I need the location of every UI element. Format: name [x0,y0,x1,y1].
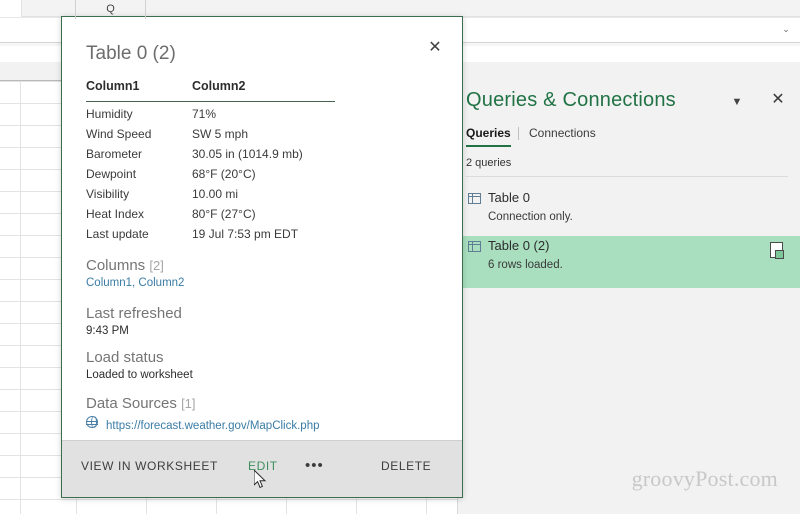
header-underline [86,101,335,102]
query-status: 6 rows loaded. [488,259,563,271]
query-name: Table 0 (2) [488,238,550,253]
table-cell-column1: Wind Speed [86,127,152,141]
mouse-cursor [253,468,268,490]
query-peek-popup: ✕ Table 0 (2) Column1 Column2 Humidity 71… [61,16,463,498]
section-columns: Columns [2] Column1, Column2 [86,257,184,289]
table-cell-column1: Humidity [86,107,133,121]
load-status-value: Loaded to worksheet [86,369,193,381]
peek-title: Table 0 (2) [86,43,176,64]
section-count: [1] [181,396,196,411]
pane-tabs: Queries Connections [466,126,786,150]
table-cell-column1: Heat Index [86,207,145,221]
last-refreshed-value: 9:43 PM [86,325,129,337]
list-item-query-table0[interactable]: Table 0 Connection only. [458,188,800,236]
more-options-button[interactable]: ••• [305,457,324,474]
table-cell-column2: SW 5 mph [192,127,249,141]
globe-icon [86,416,98,428]
tab-divider [518,127,519,140]
table-row: Barometer 30.05 in (1014.9 mb) [86,147,438,167]
table-row: Humidity 71% [86,107,438,127]
peek-preview-icon[interactable] [770,242,784,259]
ribbon-left-cap [0,0,22,17]
table-cell-column2: 10.00 mi [192,187,239,201]
data-source-url[interactable]: https://forecast.weather.gov/MapClick.ph… [106,420,320,432]
data-source-row[interactable]: https://forecast.weather.gov/MapClick.ph… [86,416,320,434]
section-last-refreshed: Last refreshed 9:43 PM [86,305,182,337]
table-header-row: Column1 Column2 [86,79,438,102]
queries-and-connections-pane: Queries & Connections ▼ ✕ Queries Connec… [457,73,800,514]
table-cell-column1: Dewpoint [86,167,137,181]
table-cell-column1: Last update [86,227,149,241]
table-row: Heat Index 80°F (27°C) [86,207,438,227]
close-icon[interactable]: ✕ [768,90,788,110]
grid-column-line [20,81,21,514]
table-row: Wind Speed SW 5 mph [86,127,438,147]
section-count: [2] [149,258,164,273]
column-header-2: Column2 [192,79,246,93]
section-heading: Columns [2] [86,257,184,274]
table-cell-column2: 80°F (27°C) [192,207,256,221]
watermark: groovyPost.com [631,466,778,491]
section-data-sources: Data Sources [1] https://forecast.weathe… [86,395,320,434]
section-heading: Last refreshed [86,305,182,322]
section-load-status: Load status Loaded to worksheet [86,349,193,381]
close-icon[interactable]: ✕ [424,37,446,59]
list-item-query-table0-2[interactable]: Table 0 (2) 6 rows loaded. [458,236,800,288]
column-header-cell[interactable] [20,0,76,19]
query-name: Table 0 [488,190,530,205]
preview-table: Column1 Column2 Humidity 71% Wind Speed SW … [86,79,438,247]
table-cell-column2: 68°F (20°C) [192,167,256,181]
column-header-cell-q[interactable]: Q [76,0,146,19]
table-cell-column1: Visibility [86,187,130,201]
tab-connections[interactable]: Connections [529,126,596,145]
delete-button[interactable]: DELETE [381,459,431,473]
table-row: Last update 19 Jul 7:53 pm EDT [86,227,438,247]
view-in-worksheet-button[interactable]: VIEW IN WORKSHEET [81,459,218,473]
columns-value[interactable]: Column1, Column2 [86,277,184,289]
table-row: Dewpoint 68°F (20°C) [86,167,438,187]
table-body: Humidity 71% Wind Speed SW 5 mph Barometer 30… [86,107,438,247]
query-status: Connection only. [488,211,573,223]
table-row: Visibility 10.00 mi [86,187,438,207]
chevron-down-icon[interactable]: ▼ [728,93,746,111]
table-cell-column1: Barometer [86,147,143,161]
section-heading: Load status [86,349,164,366]
table-cell-column2: 71% [192,107,217,121]
tab-queries[interactable]: Queries [466,126,511,147]
section-heading-text: Columns [86,257,146,274]
query-count-label: 2 queries [466,157,512,169]
table-cell-column2: 30.05 in (1014.9 mb) [192,147,303,161]
section-heading: Data Sources [1] [86,395,320,412]
table-icon [468,193,481,204]
chevron-down-icon[interactable]: ⌄ [779,22,793,36]
column-header-1: Column1 [86,79,140,93]
section-heading-text: Data Sources [86,395,177,412]
pane-divider [466,176,788,177]
table-cell-column2: 19 Jul 7:53 pm EDT [192,227,299,241]
pane-title: Queries & Connections [466,89,676,111]
excel-window: ⌄ Queries & Connections ▼ ✕ Queries Conn… [0,0,800,514]
table-icon [468,241,481,252]
